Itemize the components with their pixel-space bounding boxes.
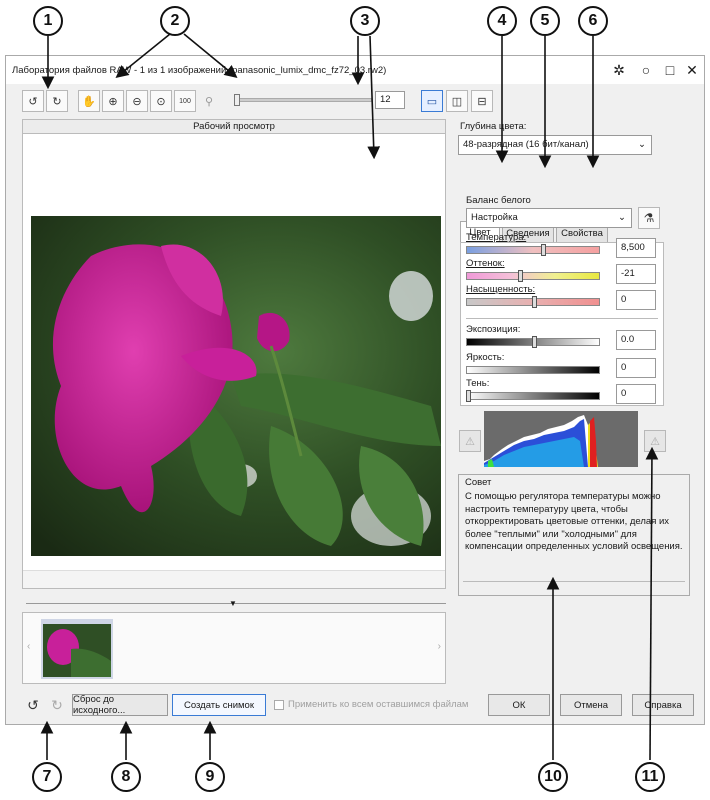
help-button[interactable]: Справка: [632, 694, 694, 716]
temperature-input[interactable]: 8,500: [616, 238, 656, 258]
histogram: [484, 411, 638, 467]
saturation-input[interactable]: 0: [616, 290, 656, 310]
callout-5: 5: [530, 6, 560, 36]
restore-icon[interactable]: ○: [638, 62, 654, 78]
exposure-label: Экспозиция:: [466, 324, 521, 335]
ok-button[interactable]: ОК: [488, 694, 550, 716]
brightness-label: Яркость:: [466, 352, 505, 363]
zoom-in-icon[interactable]: ⊕: [102, 90, 124, 112]
callout-9: 9: [195, 762, 225, 792]
shadow-slider[interactable]: [466, 392, 600, 400]
callout-3: 3: [350, 6, 380, 36]
tips-divider: [463, 581, 685, 582]
filmstrip: ‹ ›: [22, 612, 446, 684]
preview-header: Рабочий просмотр: [23, 120, 445, 134]
preview-image: [31, 216, 441, 556]
brightness-slider[interactable]: [466, 366, 600, 374]
callout-10: 10: [538, 762, 568, 792]
rotate-right-icon[interactable]: ↻: [46, 90, 68, 112]
rotate-left-icon[interactable]: ↺: [22, 90, 44, 112]
reset-button[interactable]: Сброс до исходного...: [72, 694, 168, 716]
zoom-out-icon[interactable]: ⊖: [126, 90, 148, 112]
callout-8: 8: [111, 762, 141, 792]
callout-6: 6: [578, 6, 608, 36]
tint-label: Оттенок:: [466, 258, 505, 269]
thumbnail[interactable]: [41, 619, 113, 679]
shadow-label: Тень:: [466, 378, 490, 389]
warning-icon[interactable]: ⚠: [459, 430, 481, 452]
temperature-thumb[interactable]: [541, 244, 546, 256]
filmstrip-scroll-left[interactable]: ‹: [27, 641, 30, 652]
chevron-down-icon[interactable]: ▼: [229, 599, 237, 608]
callout-4: 4: [487, 6, 517, 36]
chevron-down-icon: ⌄: [638, 139, 646, 150]
temperature-slider[interactable]: [466, 246, 600, 254]
snapshot-button[interactable]: Создать снимок: [172, 694, 266, 716]
hand-icon[interactable]: ✋: [78, 90, 100, 112]
shadow-input[interactable]: 0: [616, 384, 656, 404]
zoom-input[interactable]: 12: [375, 91, 405, 109]
compare-view-icon[interactable]: ⊟: [471, 90, 493, 112]
saturation-thumb[interactable]: [532, 296, 537, 308]
single-view-icon[interactable]: ▭: [421, 90, 443, 112]
undo-icon[interactable]: ↺: [22, 694, 44, 716]
toolbar: ↺ ↻ ✋ ⊕ ⊖ ⊙ 100 ⚲: [22, 90, 220, 112]
callout-7: 7: [32, 762, 62, 792]
redo-icon[interactable]: ↻: [46, 694, 68, 716]
eyedropper-icon[interactable]: ⚗: [638, 207, 660, 229]
zoom-fit-icon[interactable]: ⊙: [150, 90, 172, 112]
raw-lab-window: Лаборатория файлов RAW - 1 из 1 изображе…: [5, 55, 705, 725]
tips-title: Совет: [465, 477, 492, 488]
tips-panel: Совет С помощью регулятора температуры м…: [458, 474, 690, 596]
tips-text: С помощью регулятора температуры можно н…: [465, 491, 683, 552]
brightness-input[interactable]: 0: [616, 358, 656, 378]
warning-icon[interactable]: ⚠: [644, 430, 666, 452]
color-depth-label: Глубина цвета:: [460, 121, 527, 132]
maximize-icon[interactable]: □: [662, 62, 678, 78]
white-balance-label: Баланс белого: [466, 195, 531, 206]
tint-slider[interactable]: [466, 272, 600, 280]
cancel-button[interactable]: Отмена: [560, 694, 622, 716]
shadow-thumb[interactable]: [466, 390, 471, 402]
filmstrip-scroll-right[interactable]: ›: [438, 641, 441, 652]
divider: [466, 318, 658, 319]
callout-11: 11: [635, 762, 665, 792]
exposure-input[interactable]: 0.0: [616, 330, 656, 350]
saturation-label: Насыщенность:: [466, 284, 536, 295]
tint-input[interactable]: -21: [616, 264, 656, 284]
color-depth-select[interactable]: 48-разрядная (16 бит/канал) ⌄: [458, 135, 652, 155]
close-icon[interactable]: ✕: [684, 62, 700, 78]
window-title: Лаборатория файлов RAW - 1 из 1 изображе…: [12, 64, 387, 76]
zoom-slider-thumb[interactable]: [234, 94, 240, 106]
chevron-down-icon: ⌄: [618, 212, 626, 223]
zoom-slider[interactable]: [234, 98, 372, 102]
callout-1: 1: [33, 6, 63, 36]
white-balance-select[interactable]: Настройка ⌄: [466, 208, 632, 228]
zoom-small-icon[interactable]: ⚲: [198, 90, 220, 112]
preview-bottom-bar: [23, 570, 445, 588]
apply-all-checkbox[interactable]: [274, 700, 284, 710]
temperature-label: Температура:: [466, 232, 527, 243]
callout-2: 2: [160, 6, 190, 36]
title-bar: Лаборатория файлов RAW - 1 из 1 изображе…: [6, 56, 704, 84]
apply-all-label: Применить ко всем оставшимся файлам: [288, 699, 469, 710]
tint-thumb[interactable]: [518, 270, 523, 282]
settings-icon[interactable]: ✲: [611, 62, 627, 78]
split-view-icon[interactable]: ◫: [446, 90, 468, 112]
zoom-100-icon[interactable]: 100: [174, 90, 196, 112]
exposure-thumb[interactable]: [532, 336, 537, 348]
preview-panel: Рабочий просмотр: [22, 119, 446, 589]
